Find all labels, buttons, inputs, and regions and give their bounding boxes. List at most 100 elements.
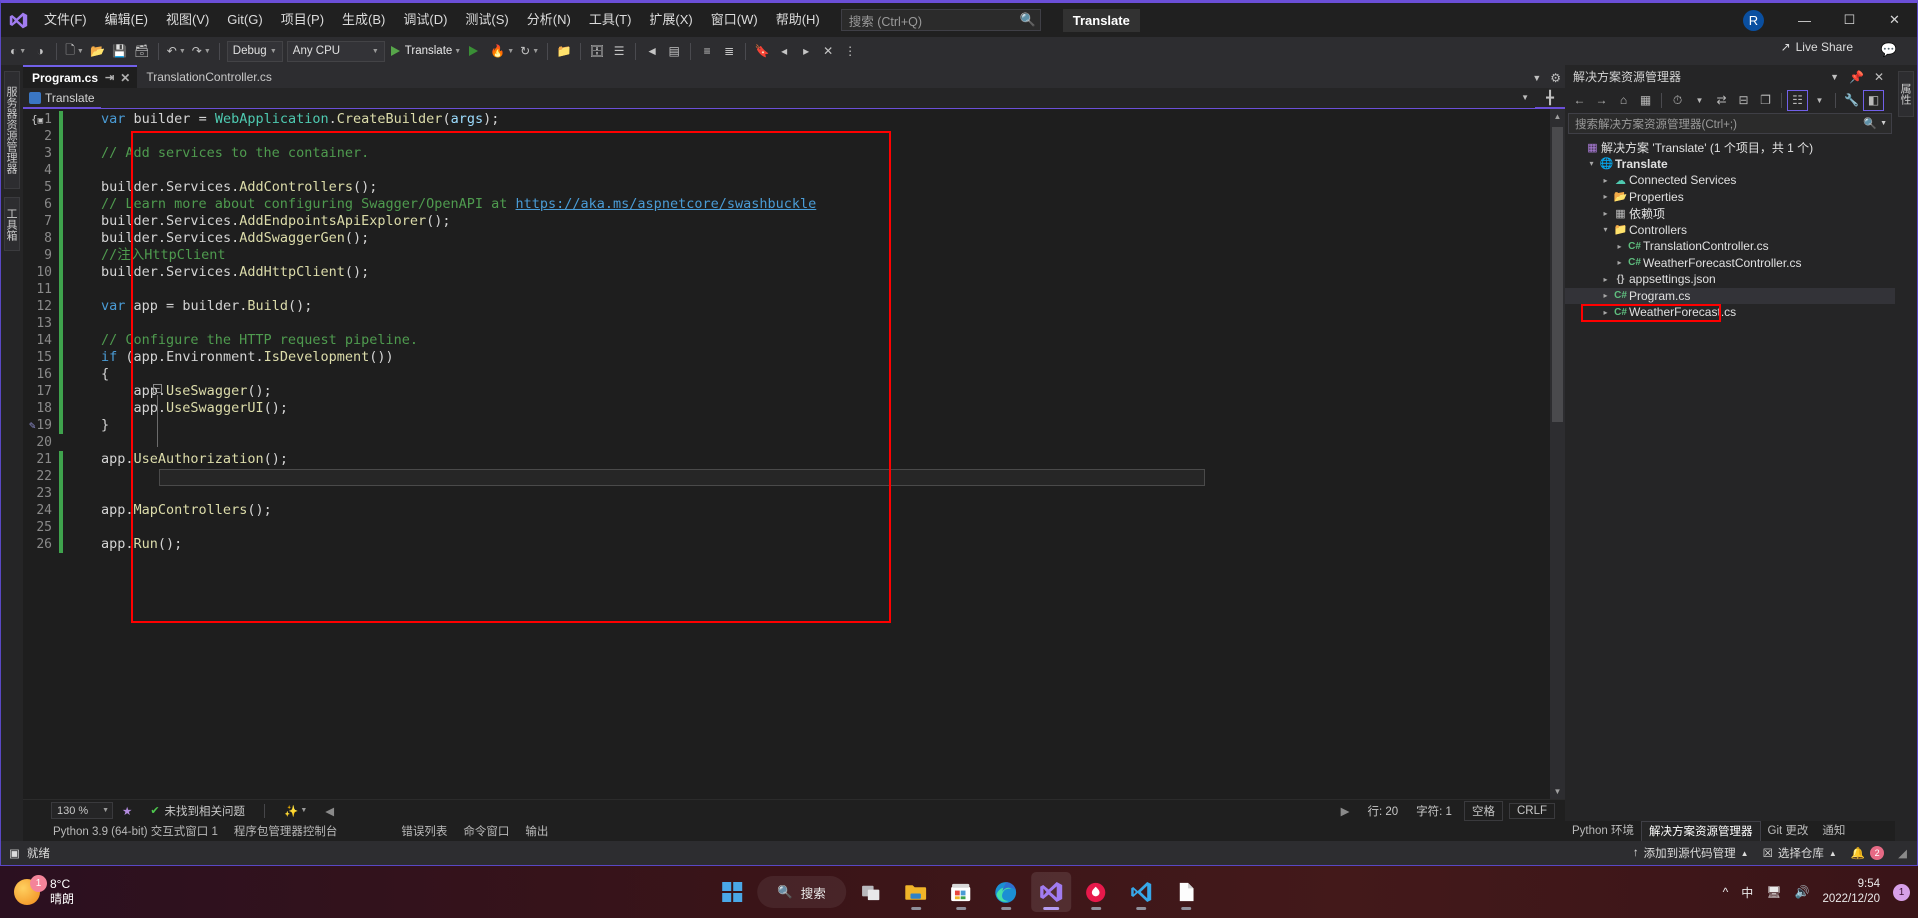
code-text[interactable]: app.MapControllers(); — [85, 502, 272, 519]
open-file-icon[interactable]: 📂 — [87, 40, 109, 62]
undo-icon[interactable]: ↶ ▼ — [164, 40, 189, 62]
code-text[interactable]: if (app.Environment.IsDevelopment()) — [85, 349, 394, 366]
code-text[interactable]: // Learn more about configuring Swagger/… — [85, 196, 816, 213]
split-editor-icon[interactable]: ╋ — [1535, 90, 1565, 106]
tree-node[interactable]: ▸ ▦ 依赖项 — [1565, 205, 1895, 222]
chevron-down-icon[interactable]: ▾ — [1599, 225, 1612, 234]
chevron-down-icon[interactable]: ▼ — [1880, 120, 1887, 127]
tree-node[interactable]: ▸ {} appsettings.json — [1565, 271, 1895, 288]
menu-item-git[interactable]: Git(G) — [218, 3, 271, 37]
pending-changes-icon[interactable]: ⏱ — [1667, 90, 1688, 111]
gear-icon[interactable]: ⚙ — [1550, 71, 1561, 85]
code-text[interactable]: { — [85, 366, 109, 383]
notepad-icon[interactable] — [1166, 872, 1206, 912]
scroll-right-icon[interactable]: ▶ — [1332, 804, 1359, 818]
add-to-source-control-button[interactable]: ↑ 添加到源代码管理 ▲ — [1633, 845, 1749, 861]
solution-folder-icon[interactable]: 📁 — [553, 40, 575, 62]
solution-explorer-search-input[interactable]: 搜索解决方案资源管理器(Ctrl+;) 🔍 ▼ — [1568, 113, 1892, 134]
platform-dropdown[interactable]: Any CPU ▼ — [286, 40, 385, 62]
bottom-tab-python-interactive[interactable]: Python 3.9 (64-bit) 交互式窗口 1 — [45, 823, 226, 839]
chevron-right-icon[interactable]: ▸ — [1599, 308, 1612, 317]
code-text[interactable] — [85, 519, 101, 536]
scroll-down-icon[interactable]: ▼ — [1550, 784, 1565, 799]
tab-translationcontroller-cs[interactable]: TranslationController.cs — [137, 65, 279, 88]
live-share-button[interactable]: ↗ Live Share — [1781, 40, 1853, 54]
code-text[interactable] — [85, 485, 101, 502]
code-row[interactable]: 17 app.UseSwagger(); — [23, 383, 1550, 400]
chevron-down-icon[interactable]: ▼ — [1689, 90, 1710, 111]
chevron-right-icon[interactable]: ▸ — [1599, 275, 1612, 284]
maximize-button[interactable]: ☐ — [1827, 3, 1872, 37]
rail-tab-properties[interactable]: 属性 — [1898, 71, 1914, 117]
solution-icon[interactable]: ▦ — [1635, 90, 1656, 111]
line-ending-mode[interactable]: CRLF — [1508, 802, 1555, 819]
forward-nav-icon[interactable]: ◑ — [29, 40, 51, 62]
scroll-up-icon[interactable]: ▲ — [1550, 109, 1565, 124]
code-text[interactable]: } — [85, 417, 109, 434]
issue-status[interactable]: ✔ 未找到相关问题 — [141, 803, 254, 819]
start-without-debugging-icon[interactable] — [465, 40, 487, 62]
save-icon[interactable]: 💾 — [109, 40, 131, 62]
menu-item-analyze[interactable]: 分析(N) — [518, 3, 580, 37]
code-row[interactable]: 18 app.UseSwaggerUI(); — [23, 400, 1550, 417]
collapse-if-block-icon[interactable]: − — [153, 384, 162, 393]
next-bookmark-icon[interactable]: ▸ — [795, 40, 817, 62]
code-row[interactable]: 16 { — [23, 366, 1550, 383]
ime-indicator[interactable]: 中 — [1741, 884, 1753, 901]
intellicode-icon[interactable]: ★ — [113, 804, 141, 818]
editor-vertical-scrollbar[interactable]: ▲ ▼ — [1550, 109, 1565, 799]
bottom-tab-package-manager-console[interactable]: 程序包管理器控制台 — [226, 823, 346, 839]
code-row[interactable]: 26 app.Run(); — [23, 536, 1550, 553]
bottom-tab-output[interactable]: 输出 — [517, 823, 556, 839]
code-editor[interactable]: {▣ ✎ − 1 var builder = WebApplication.Cre… — [23, 109, 1565, 799]
menu-item-help[interactable]: 帮助(H) — [767, 3, 829, 37]
code-row[interactable]: 10 builder.Services.AddHttpClient(); — [23, 264, 1550, 281]
tab-program-cs[interactable]: Program.cs ⇥ ✕ — [23, 65, 138, 88]
collapse-all-icon[interactable]: ⊟ — [1733, 90, 1754, 111]
code-text[interactable]: builder.Services.AddHttpClient(); — [85, 264, 369, 281]
menu-item-tools[interactable]: 工具(T) — [580, 3, 641, 37]
zoom-level-dropdown[interactable]: 130 % ▼ — [51, 802, 113, 819]
weather-widget[interactable]: 1 8°C 晴朗 — [14, 875, 74, 907]
redo-icon[interactable]: ↷ ▼ — [189, 40, 214, 62]
tree-node[interactable]: ▸ C# TranslationController.cs — [1565, 238, 1895, 255]
code-text[interactable]: //注入HttpClient — [85, 247, 226, 264]
code-lines[interactable]: {▣ ✎ − 1 var builder = WebApplication.Cre… — [23, 109, 1550, 799]
bottom-tab-error-list[interactable]: 错误列表 — [393, 823, 455, 839]
menu-item-edit[interactable]: 编辑(E) — [96, 3, 157, 37]
tree-node[interactable]: ▸ ☁ Connected Services — [1565, 172, 1895, 189]
tree-node[interactable]: ▦ 解决方案 'Translate' (1 个项目，共 1 个) — [1565, 139, 1895, 156]
code-row[interactable]: 15 if (app.Environment.IsDevelopment()) — [23, 349, 1550, 366]
code-row[interactable]: 12 var app = builder.Build(); — [23, 298, 1550, 315]
task-view-icon[interactable] — [851, 872, 891, 912]
pin-icon[interactable]: ⇥ — [105, 71, 114, 84]
solution-tree[interactable]: ▦ 解决方案 'Translate' (1 个项目，共 1 个) ▾ 🌐 Transla… — [1565, 137, 1895, 821]
quick-actions-glyph-icon[interactable]: ✎ — [29, 417, 36, 434]
code-row[interactable]: 20 — [23, 434, 1550, 451]
indentation-mode[interactable]: 空格 — [1463, 800, 1503, 821]
code-text[interactable]: app.UseSwagger(); — [85, 383, 272, 400]
tab-python-environments[interactable]: Python 环境 — [1565, 821, 1641, 841]
layout-icon[interactable]: ☰ — [608, 40, 630, 62]
code-text[interactable] — [85, 434, 101, 451]
preview-selected-items-icon[interactable]: ◧ — [1863, 89, 1884, 111]
configuration-dropdown[interactable]: Debug ▼ — [226, 40, 283, 62]
code-text[interactable]: builder.Services.AddEndpointsApiExplorer… — [85, 213, 451, 230]
menu-item-extensions[interactable]: 扩展(X) — [640, 3, 701, 37]
view-class-diagram-icon[interactable]: ☷ — [1787, 89, 1808, 111]
close-button[interactable]: ✕ — [1872, 3, 1917, 37]
vscode-icon[interactable] — [1121, 872, 1161, 912]
network-icon[interactable]: 🖥 — [1766, 885, 1781, 899]
scroll-left-icon[interactable]: ◀ — [316, 804, 343, 818]
panel-icon[interactable]: ▤ — [663, 40, 685, 62]
select-repository-button[interactable]: ☒ 选择仓库 ▲ — [1763, 845, 1837, 861]
menu-item-window[interactable]: 窗口(W) — [702, 3, 767, 37]
code-row[interactable]: 25 — [23, 519, 1550, 536]
tab-solution-explorer[interactable]: 解决方案资源管理器 — [1641, 821, 1761, 841]
code-text[interactable] — [85, 128, 101, 145]
resize-grip-icon[interactable]: ◢ — [1898, 846, 1907, 860]
code-row[interactable]: 2 — [23, 128, 1550, 145]
code-text[interactable]: var app = builder.Build(); — [85, 298, 312, 315]
microsoft-store-icon[interactable] — [941, 872, 981, 912]
navbar-member-dropdown[interactable]: ▼ — [100, 87, 1535, 108]
